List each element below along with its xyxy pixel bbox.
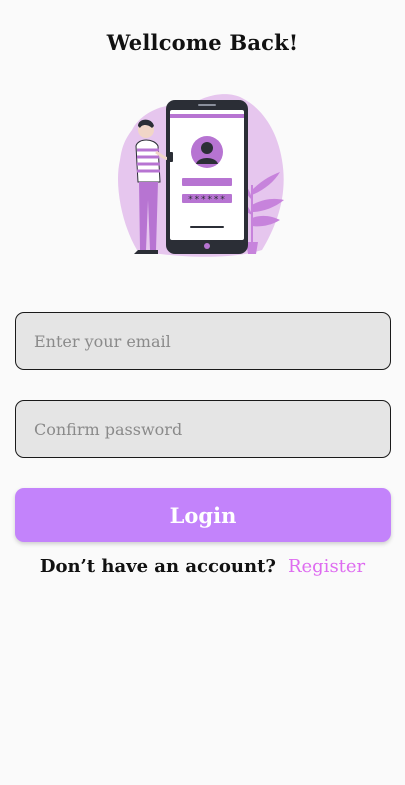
email-field[interactable] (15, 312, 391, 370)
confirm-password-input[interactable] (16, 401, 390, 457)
page-title: Wellcome Back! (106, 30, 299, 55)
no-account-text: Don’t have an account? (39, 556, 276, 577)
register-link[interactable]: Register (288, 556, 365, 577)
password-field[interactable] (15, 400, 391, 458)
register-prompt: Don’t have an account? Register (0, 556, 405, 577)
person-with-phone-login-illustration: ****** (117, 94, 284, 257)
login-button[interactable]: Login (15, 488, 391, 542)
phone-icon: ****** (166, 100, 248, 254)
password-mask-text: ****** (188, 195, 227, 205)
email-input[interactable] (16, 313, 390, 369)
